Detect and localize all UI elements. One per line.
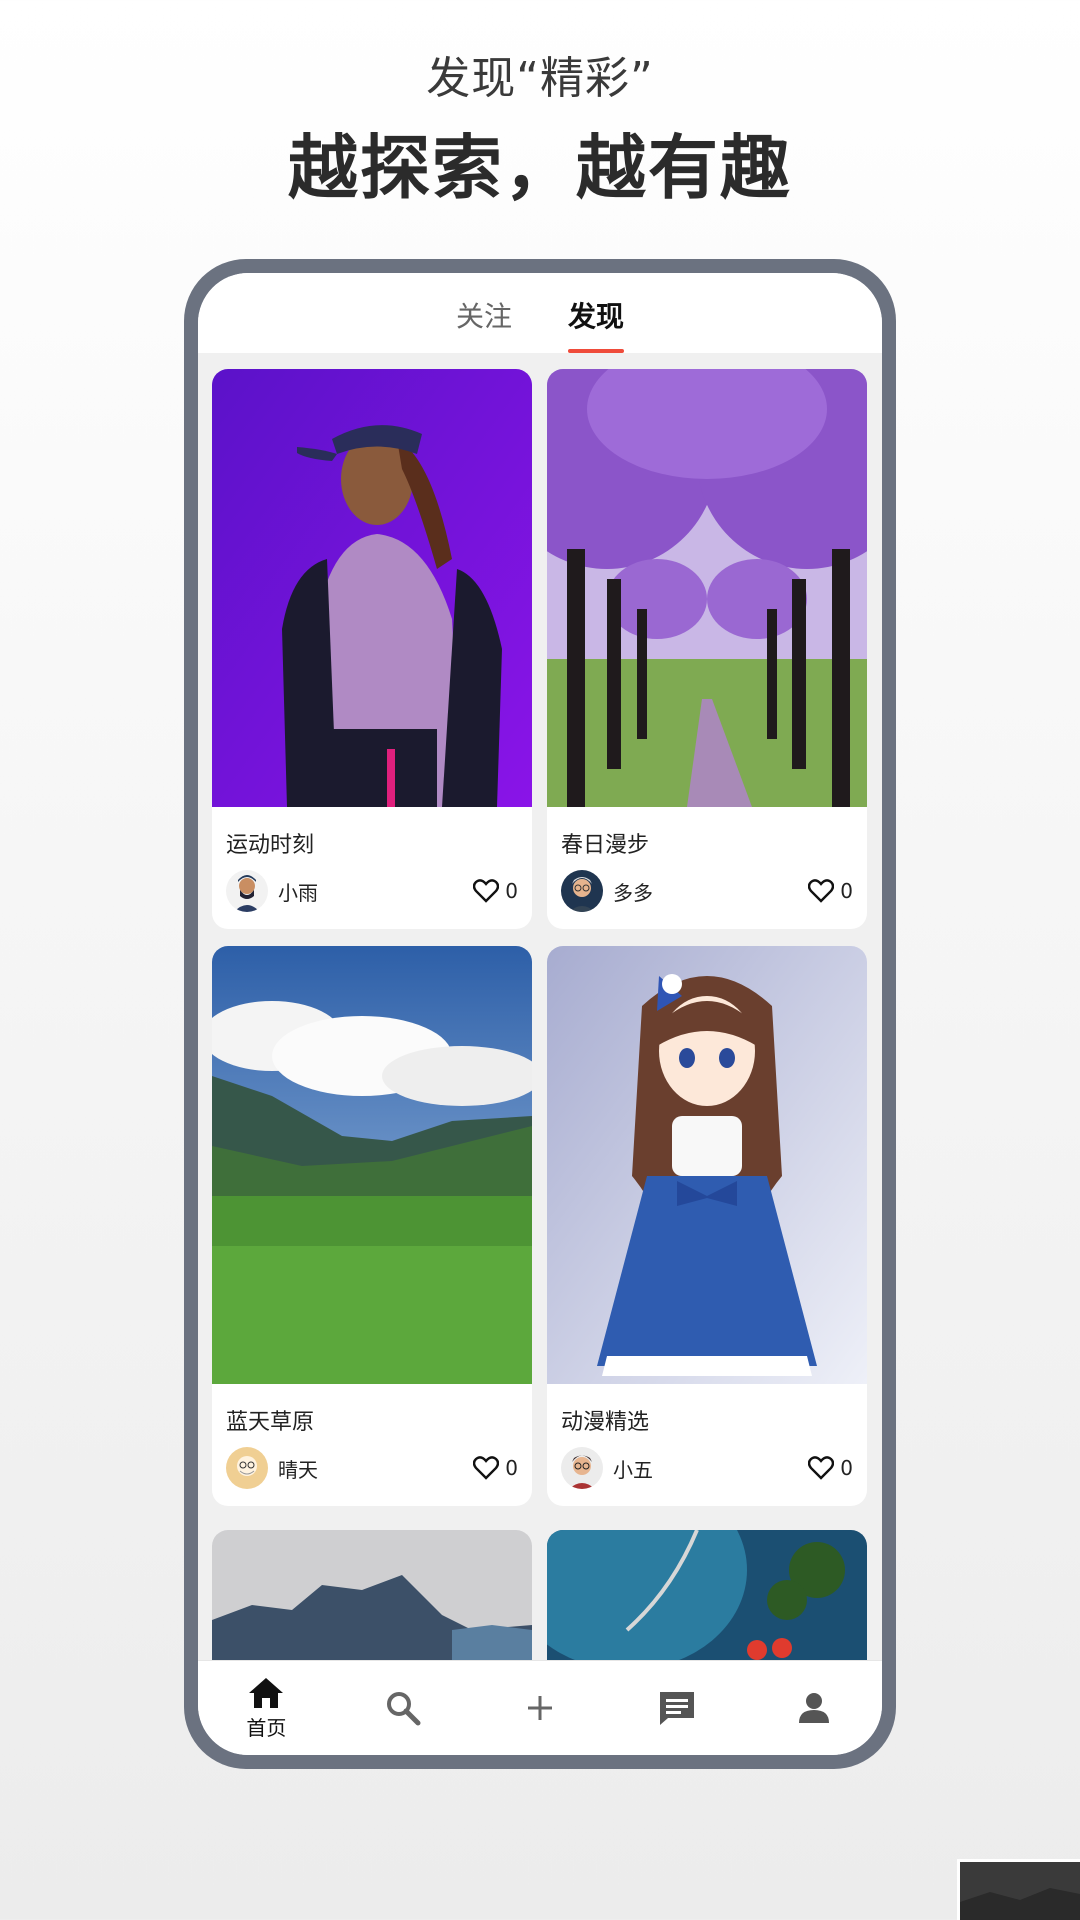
message-icon (659, 1692, 694, 1725)
card-title: 运动时刻 (226, 833, 315, 858)
feed-card[interactable] (547, 1530, 867, 1661)
like-count: 0 (840, 1456, 853, 1480)
card-image (212, 1530, 532, 1661)
home-icon (249, 1677, 284, 1708)
like-button[interactable]: 0 (808, 879, 853, 903)
like-count: 0 (505, 879, 518, 903)
preview-thumbnail (957, 1859, 1080, 1920)
like-count: 0 (505, 1456, 518, 1480)
author-name: 小雨 (278, 880, 318, 905)
feed-card[interactable]: 蓝天草原 晴天 0 (212, 946, 532, 1506)
profile-icon (798, 1693, 829, 1723)
heart-icon (808, 1456, 835, 1480)
card-title: 动漫精选 (561, 1410, 650, 1435)
avatar[interactable] (226, 1447, 268, 1489)
like-button[interactable]: 0 (473, 1456, 518, 1480)
bottom-navigation: 首页 (198, 1660, 882, 1755)
nav-search[interactable] (358, 1690, 448, 1726)
headline-title: 越探索，越有趣 (288, 127, 792, 209)
headline-subtitle: 发现“精彩” (426, 53, 654, 104)
heart-icon (808, 879, 835, 903)
card-image (547, 1530, 867, 1661)
feed-card[interactable]: 春日漫步 多多 0 (547, 369, 867, 929)
card-meta: 小雨 0 (212, 857, 532, 929)
top-tab-bar: 关注 发现 (198, 273, 882, 354)
nav-create[interactable] (495, 1692, 585, 1724)
card-image (212, 946, 532, 1384)
card-image (547, 946, 867, 1384)
avatar[interactable] (561, 870, 603, 912)
feed-card[interactable]: 运动时刻 小雨 0 (212, 369, 532, 929)
plus-icon (527, 1696, 552, 1720)
like-button[interactable]: 0 (808, 1456, 853, 1480)
card-image (547, 369, 867, 807)
card-image (212, 369, 532, 807)
nav-messages[interactable] (632, 1689, 722, 1727)
phone-frame: 关注 发现 运动时刻 小雨 0 春日漫步 多多 0 蓝天草原 晴天 0 动漫精选… (184, 259, 896, 1769)
like-button[interactable]: 0 (473, 879, 518, 903)
nav-profile[interactable] (769, 1690, 859, 1726)
card-meta: 晴天 0 (212, 1434, 532, 1506)
heart-icon (473, 1456, 500, 1480)
nav-home-label: 首页 (246, 1715, 287, 1740)
card-title: 蓝天草原 (226, 1410, 315, 1435)
feed-card[interactable]: 动漫精选 小五 0 (547, 946, 867, 1506)
feed-grid: 运动时刻 小雨 0 春日漫步 多多 0 蓝天草原 晴天 0 动漫精选 小五 0 (198, 353, 882, 1661)
phone-screen: 关注 发现 运动时刻 小雨 0 春日漫步 多多 0 蓝天草原 晴天 0 动漫精选… (198, 273, 882, 1755)
search-icon (387, 1692, 421, 1726)
avatar[interactable] (226, 870, 268, 912)
tab-follow[interactable]: 关注 (456, 273, 512, 353)
nav-home[interactable]: 首页 (221, 1676, 311, 1741)
author-name: 小五 (613, 1457, 653, 1482)
feed-card[interactable] (212, 1530, 532, 1661)
author-name: 多多 (613, 880, 653, 905)
card-title: 春日漫步 (561, 833, 650, 858)
card-meta: 小五 0 (547, 1434, 867, 1506)
like-count: 0 (840, 879, 853, 903)
tab-discover[interactable]: 发现 (568, 273, 625, 353)
heart-icon (473, 879, 500, 903)
card-meta: 多多 0 (547, 857, 867, 929)
avatar[interactable] (561, 1447, 603, 1489)
author-name: 晴天 (278, 1457, 318, 1482)
